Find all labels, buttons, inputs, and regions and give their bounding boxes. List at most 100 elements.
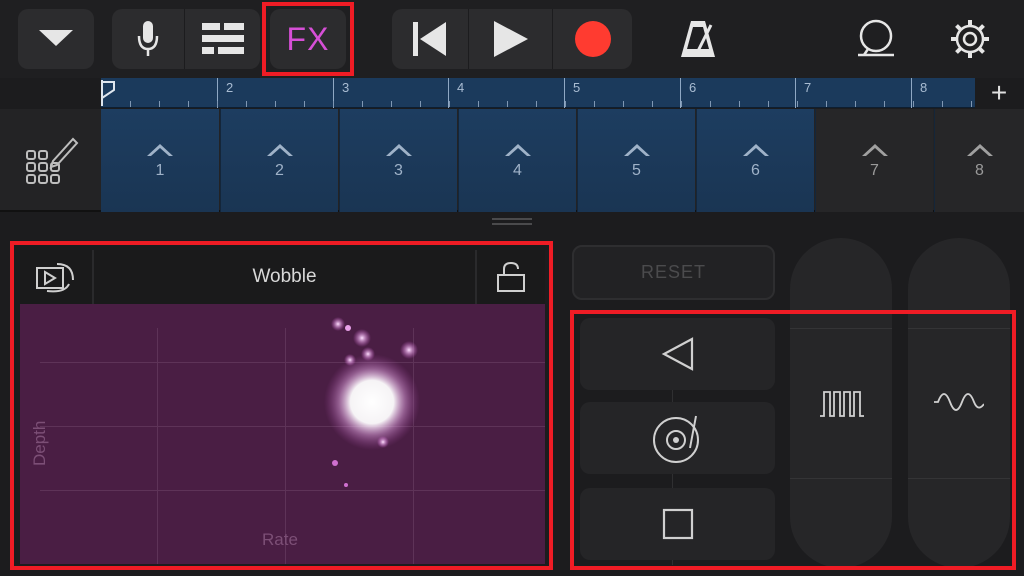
timeline-ruler[interactable]: 2 3 4 5 6 7 8 [101, 78, 975, 108]
chord-number: 5 [632, 161, 641, 179]
stop-button[interactable] [580, 488, 775, 560]
chord-edit-icon [25, 137, 78, 184]
reverse-icon [661, 337, 693, 371]
ruler-tick [333, 101, 334, 107]
settings-button[interactable] [936, 9, 1004, 69]
retrigger-button[interactable] [20, 250, 94, 304]
sine-wave-icon [934, 393, 984, 411]
chevron-up-icon [147, 143, 173, 156]
chord-number: 6 [751, 161, 760, 179]
chevron-up-icon [861, 143, 888, 156]
ruler-tick [246, 101, 247, 107]
chord-strip[interactable]: 5 [577, 109, 695, 212]
ruler-tick [159, 101, 160, 107]
rewind-button[interactable] [392, 9, 468, 69]
metronome-icon [681, 21, 715, 57]
ruler-tick [130, 101, 131, 107]
chevron-up-icon [385, 143, 412, 156]
record-button[interactable] [552, 9, 632, 69]
fx-button[interactable]: FX [270, 9, 346, 69]
turntable-button[interactable] [580, 402, 775, 474]
chevron-down-icon [39, 30, 73, 46]
ruler-tick [536, 101, 537, 107]
lock-button[interactable] [475, 250, 545, 304]
reset-button[interactable]: RESET [572, 245, 775, 300]
chevron-up-icon [623, 143, 650, 156]
ruler-tick [449, 101, 450, 107]
tracks-view-button[interactable] [184, 9, 260, 69]
ruler-tick [855, 101, 856, 107]
fx-label: FX [286, 20, 330, 57]
microphone-button[interactable] [112, 9, 184, 69]
chord-edit-button[interactable] [0, 109, 101, 212]
playhead-marker[interactable] [101, 80, 115, 106]
ruler-tick [710, 101, 711, 107]
rewind-icon [413, 22, 446, 56]
ruler-tick [623, 101, 624, 107]
ruler-tick [391, 101, 392, 107]
bar-number: 8 [920, 80, 928, 95]
sine-wave-filter[interactable] [908, 238, 1010, 568]
panel-resize-handle[interactable] [492, 218, 532, 230]
xy-fx-pad[interactable]: Rate [20, 304, 545, 564]
chord-strip[interactable]: 6 [696, 109, 814, 212]
chord-strip[interactable]: 1 [101, 109, 219, 212]
tracks-view-icon [201, 23, 244, 54]
play-button[interactable] [468, 9, 552, 69]
ruler-tick [362, 101, 363, 107]
ruler-tick [884, 101, 885, 107]
ruler-tick [652, 101, 653, 107]
bar-line [911, 78, 912, 108]
fx-pad-header: Wobble [20, 250, 545, 304]
stop-icon [662, 508, 693, 540]
ruler-tick [304, 101, 305, 107]
settings-gear-icon [951, 20, 989, 58]
reverse-button[interactable] [580, 318, 775, 390]
top-toolbar: FX [0, 0, 1024, 78]
ruler-tick [797, 101, 798, 107]
square-wave-icon [820, 391, 864, 417]
chord-number: 3 [394, 161, 403, 179]
bar-number: 7 [804, 80, 812, 95]
chord-strip[interactable]: 4 [458, 109, 576, 212]
chord-strip[interactable]: 2 [220, 109, 338, 212]
loop-browser-button[interactable] [842, 9, 910, 69]
ruler-tick [768, 101, 769, 107]
ruler-tick [681, 101, 682, 107]
turntable-icon [652, 415, 699, 463]
loop-browser-icon [858, 19, 894, 57]
bar-number: 2 [226, 80, 234, 95]
filter-separator [908, 478, 1010, 479]
chevron-up-icon [504, 143, 531, 156]
square-wave-filter[interactable] [790, 238, 892, 568]
filter-separator [790, 478, 892, 479]
ruler-tick [971, 101, 972, 107]
chevron-up-icon [742, 143, 769, 156]
dropdown-button[interactable] [18, 9, 94, 69]
record-icon [574, 21, 611, 57]
bar-line [795, 78, 796, 108]
chord-strip[interactable]: 3 [339, 109, 457, 212]
microphone-icon [137, 21, 159, 56]
y-axis-label: Depth [30, 420, 49, 466]
play-icon [493, 21, 528, 57]
filter-separator [908, 328, 1010, 329]
chord-number: 8 [975, 161, 984, 179]
chord-number: 2 [275, 161, 284, 179]
chord-strip[interactable]: 7 [815, 109, 933, 212]
ruler-tick [275, 101, 276, 107]
metronome-button[interactable] [662, 9, 734, 69]
chord-strip[interactable]: 8 [934, 109, 1024, 212]
ruler-tick [594, 101, 595, 107]
filter-separator [790, 328, 892, 329]
ruler-tick [420, 101, 421, 107]
bar-number: 6 [689, 80, 697, 95]
bar-number: 3 [342, 80, 350, 95]
ruler-tick [826, 101, 827, 107]
chord-number: 1 [155, 161, 165, 179]
ruler-tick [913, 101, 914, 107]
ruler-tick [942, 101, 943, 107]
add-section-button[interactable]: + [984, 79, 1014, 109]
bar-number: 4 [457, 80, 465, 95]
retrigger-icon [36, 263, 74, 293]
